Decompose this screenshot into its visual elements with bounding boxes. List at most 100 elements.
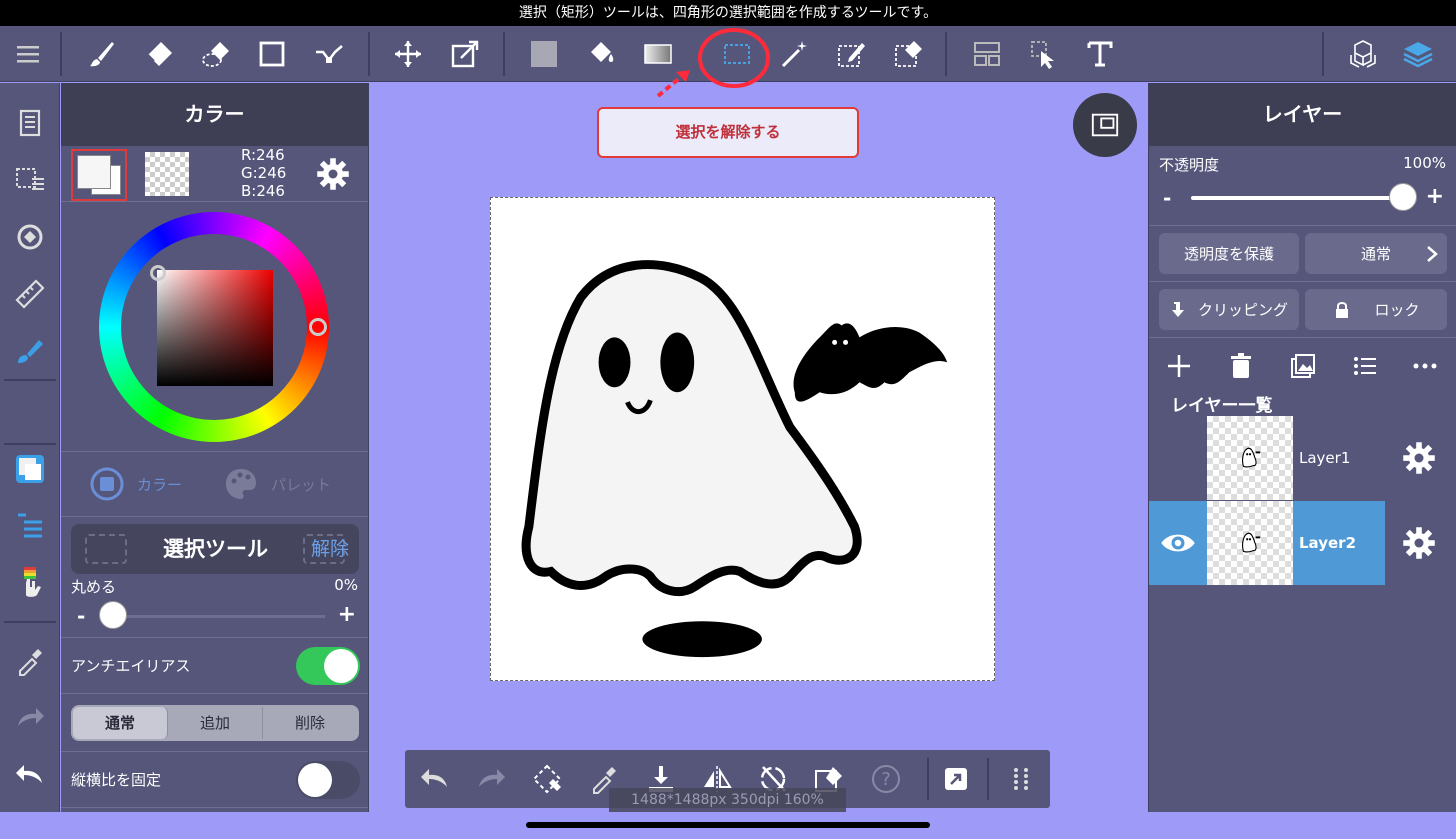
saturation-value-square[interactable]: [157, 270, 273, 386]
layer-visibility-cell[interactable]: [1149, 501, 1207, 585]
transform-tool-button[interactable]: [443, 32, 487, 76]
bottom-share-button[interactable]: [934, 757, 978, 801]
tab-color[interactable]: カラー: [89, 466, 182, 502]
color-panel-button[interactable]: [8, 447, 52, 491]
text-tool-button[interactable]: [1078, 32, 1122, 76]
layer-row[interactable]: Layer2: [1149, 501, 1456, 585]
antialias-toggle[interactable]: [296, 647, 360, 685]
bottom-redo-button[interactable]: [469, 757, 513, 801]
select-eraser-tool-button[interactable]: [886, 32, 930, 76]
rectangle-tool-button[interactable]: [250, 32, 294, 76]
selection-panel-button[interactable]: [8, 158, 52, 202]
bottom-undo-button[interactable]: [413, 757, 457, 801]
artboard[interactable]: [490, 197, 995, 681]
main-color-swatch[interactable]: [71, 149, 127, 201]
bucket-tool-button[interactable]: [579, 32, 623, 76]
hand-tool-button[interactable]: [8, 561, 52, 605]
layer-more-button[interactable]: [1405, 346, 1445, 386]
layer-props-row: 透明度を保護 通常: [1149, 226, 1456, 282]
ghost-illustration: [521, 260, 948, 658]
connect-icon: [316, 45, 343, 63]
ghost-thumbnail-icon: [1242, 532, 1261, 553]
round-plus-button[interactable]: +: [338, 602, 356, 627]
lock-button[interactable]: ロック: [1305, 289, 1447, 330]
layer-row[interactable]: Layer1: [1149, 416, 1456, 500]
move-tool-button[interactable]: [386, 32, 430, 76]
eyedropper-icon: [19, 649, 42, 676]
undo-button[interactable]: [8, 753, 52, 797]
gear-icon[interactable]: [1401, 525, 1437, 561]
add-layer-button[interactable]: [1159, 346, 1199, 386]
bottom-transform-button[interactable]: [525, 757, 569, 801]
divide-tool-button[interactable]: [965, 32, 1009, 76]
tab-palette[interactable]: パレット: [223, 466, 331, 502]
snap-button[interactable]: [8, 329, 52, 373]
sv-cursor[interactable]: [150, 265, 166, 281]
gear-icon[interactable]: [1401, 440, 1437, 476]
layers-button[interactable]: [1396, 32, 1440, 76]
mode-normal[interactable]: 通常: [73, 707, 168, 739]
help-icon: ?: [872, 765, 900, 793]
opacity-minus-button[interactable]: -: [1163, 186, 1171, 210]
tab-palette-label: パレット: [271, 475, 332, 494]
color-panel-title: カラー: [61, 83, 368, 146]
opacity-row: 不透明度 100% - +: [1149, 146, 1456, 226]
selection-tool-title: 選択ツール: [163, 537, 268, 561]
list-icon: [1354, 357, 1376, 375]
menu-button[interactable]: [6, 32, 50, 76]
blur-eraser-icon: [202, 42, 229, 67]
round-minus-button[interactable]: -: [77, 604, 85, 628]
protect-alpha-button[interactable]: 透明度を保護: [1159, 233, 1299, 274]
mode-delete[interactable]: 削除: [263, 707, 357, 739]
round-slider-track[interactable]: [105, 615, 325, 618]
magic-wand-tool-button[interactable]: [773, 32, 817, 76]
opacity-slider-knob[interactable]: [1389, 183, 1417, 211]
ruler-button[interactable]: [8, 272, 52, 316]
gear-icon[interactable]: [315, 156, 351, 192]
import-image-button[interactable]: [1283, 346, 1323, 386]
transform-select-icon: [532, 764, 562, 794]
clipping-button[interactable]: クリッピング: [1159, 289, 1299, 330]
eyedropper-button[interactable]: [8, 639, 52, 683]
material-button[interactable]: [1341, 32, 1385, 76]
layer-panel: レイヤー 不透明度 100% - + 透明度を保護 通常 クリッピング ロック: [1148, 83, 1456, 812]
select-move-tool-button[interactable]: [1022, 32, 1066, 76]
redo-button[interactable]: [8, 696, 52, 740]
bottom-help-button[interactable]: ?: [864, 757, 908, 801]
bottom-more-button[interactable]: [999, 757, 1043, 801]
undo-icon: [421, 769, 447, 787]
select-pen-tool-button[interactable]: [829, 32, 873, 76]
aspect-lock-toggle[interactable]: [296, 761, 360, 799]
opacity-slider-track[interactable]: [1191, 196, 1407, 200]
eraser-tool-button[interactable]: [137, 32, 181, 76]
layer-visibility-cell[interactable]: [1149, 416, 1207, 500]
layer-list-button[interactable]: [8, 503, 52, 547]
color-swatch-icon: [16, 455, 44, 483]
layer-actions-row: [1149, 338, 1456, 394]
transparent-color-swatch[interactable]: [145, 152, 189, 196]
fill-color-button[interactable]: [522, 32, 566, 76]
blur-eraser-tool-button[interactable]: [194, 32, 238, 76]
move-icon: [395, 41, 421, 67]
pages-icon: [19, 109, 41, 137]
opacity-plus-button[interactable]: +: [1426, 184, 1444, 209]
pages-button[interactable]: [8, 101, 52, 145]
blend-mode-button[interactable]: 通常: [1305, 233, 1447, 274]
pen-snap-icon: [18, 340, 43, 363]
brush-tool-button[interactable]: [80, 32, 124, 76]
hue-cursor[interactable]: [309, 318, 327, 336]
layer-list-options-button[interactable]: [1345, 346, 1385, 386]
view-toggle-button[interactable]: [1073, 93, 1137, 157]
round-slider-knob[interactable]: [99, 601, 127, 629]
selection-clear-link[interactable]: 解除: [311, 524, 349, 574]
share-icon: [945, 768, 967, 790]
canvas-area[interactable]: 選択を解除する: [370, 28, 1147, 812]
connect-tool-button[interactable]: [307, 32, 351, 76]
deselect-button[interactable]: 選択を解除する: [597, 107, 859, 158]
home-indicator[interactable]: [526, 822, 930, 828]
delete-layer-button[interactable]: [1221, 346, 1261, 386]
mode-add[interactable]: 追加: [168, 707, 263, 739]
round-value: 0%: [334, 576, 358, 594]
color-panel-tabs: カラー パレット: [61, 452, 368, 517]
rotate-button[interactable]: [8, 215, 52, 259]
